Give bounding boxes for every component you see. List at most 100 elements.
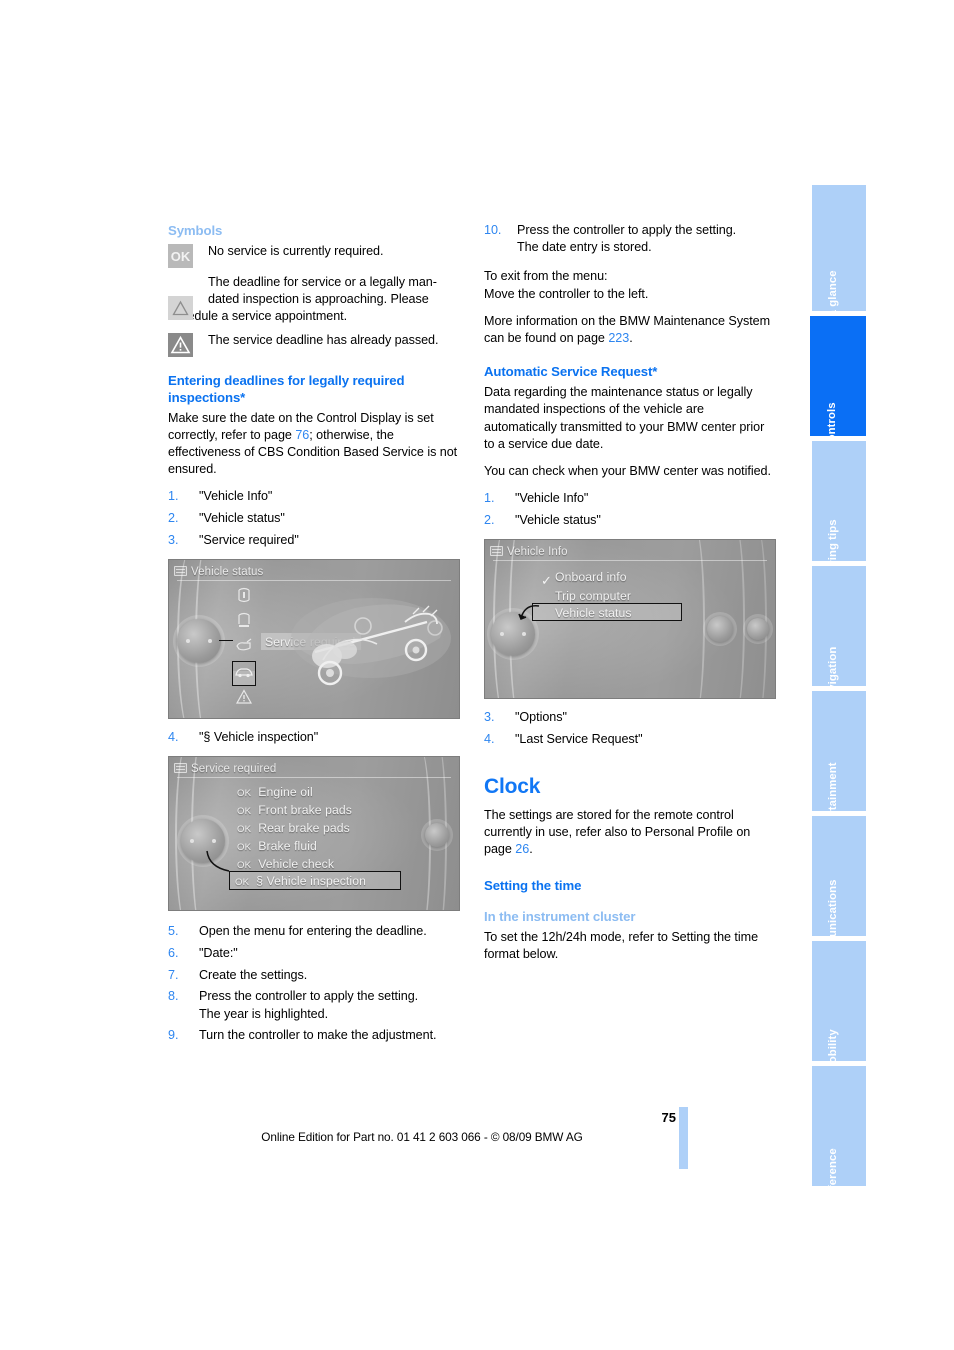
warning-triangle-icon: [233, 689, 255, 710]
selected-status-row[interactable]: OK § Vehicle inspection: [235, 873, 366, 891]
step-text: "Service required": [199, 532, 299, 547]
list-item: 10. Press the controller to apply the set…: [484, 222, 776, 256]
step-number: 4.: [484, 731, 495, 746]
step-text: Press the controller to apply the settin…: [517, 223, 737, 237]
page-ref-223[interactable]: 223: [608, 331, 629, 345]
ok-icon: OK: [168, 244, 193, 268]
list-item: 6. "Date:": [168, 945, 460, 962]
sidebar-item-at-a-glance[interactable]: At a glance: [812, 185, 866, 332]
knob-dot: [212, 839, 216, 844]
list-item: 2. "Vehicle status": [484, 512, 776, 529]
step-number: 6.: [168, 945, 179, 960]
ok-tag: OK: [237, 842, 252, 854]
ok-tag: OK: [237, 806, 252, 818]
sidebar-item-label: Reference: [827, 1148, 839, 1204]
step-text: "Vehicle status": [515, 512, 601, 527]
list-item: 1. "Vehicle Info": [168, 488, 460, 505]
manual-page: Symbols OK No service is currently requi…: [0, 0, 954, 1350]
list-item: 4. "§ Vehicle inspection": [168, 729, 460, 746]
left-column: Symbols OK No service is currently requi…: [168, 222, 460, 1054]
status-row[interactable]: OK Front brake pads: [237, 802, 352, 820]
status-row[interactable]: OK Brake fluid: [237, 838, 317, 856]
sidebar-item-entertainment[interactable]: Entertainment: [812, 691, 866, 840]
step-text: "§ Vehicle inspection": [199, 730, 319, 745]
status-row-label: Rear brake pads: [258, 821, 350, 836]
tire-pressure-rear-icon: [233, 613, 255, 634]
page-ref-76[interactable]: 76: [295, 428, 309, 442]
step-text: "Vehicle status": [199, 511, 285, 526]
leader-line: [219, 640, 233, 642]
asr-paragraph-1: Data regarding the maintenance status or…: [484, 385, 765, 451]
list-item: 8. Press the controller to apply the sett…: [168, 988, 460, 1022]
clock-text-b: .: [529, 842, 533, 857]
clock-paragraph: The settings are stored for the remote c…: [484, 807, 776, 859]
step-number: 5.: [168, 924, 179, 939]
more-info-b: .: [629, 331, 633, 346]
list-item: 3. "Service required": [168, 532, 460, 549]
symbols-heading: Symbols: [168, 223, 223, 238]
controller-knob: [177, 619, 221, 664]
selected-status-row-label: § Vehicle inspection: [256, 874, 366, 889]
symbol-row-ok: OK No service is currently required.: [168, 243, 460, 268]
list-item: 4. "Last Service Request": [484, 731, 776, 748]
car-service-icon[interactable]: [232, 667, 256, 686]
sidebar-item-driving-tips[interactable]: Driving tips: [812, 441, 866, 583]
step-number: 2.: [168, 511, 179, 526]
step-text: Turn the controller to make the adjustme…: [199, 1028, 437, 1043]
screenshot-service-required: Service required OK Engine oil OK Front …: [168, 756, 460, 912]
svg-text:OK: OK: [171, 249, 191, 264]
symbol-text-ok: No service is currently required.: [208, 244, 384, 258]
automatic-service-request-heading: Automatic Service Request*: [484, 364, 658, 380]
page-ref-26[interactable]: 26: [515, 842, 529, 856]
step-text: "Last Service Request": [515, 731, 643, 746]
step-10: 10. Press the controller to apply the set…: [484, 222, 776, 256]
exit-menu-paragraph: To exit from the menu: Move the controlle…: [484, 268, 776, 302]
sidebar-item-navigation[interactable]: Navigation: [812, 566, 866, 705]
menu-item-vehicle-status[interactable]: Vehicle status: [555, 605, 632, 622]
asr-paragraph-2: You can check when your BMW center was n…: [484, 464, 771, 479]
sidebar-item-controls[interactable]: Controls: [810, 316, 866, 450]
sidebar-item-mobility[interactable]: Mobility: [812, 941, 866, 1073]
ok-tag: OK: [237, 860, 252, 872]
step-number: 4.: [168, 730, 179, 745]
entering-deadlines-heading-line2: inspections*: [168, 389, 246, 405]
asr-steps-3-4: 3. "Options" 4. "Last Service Request": [484, 709, 776, 748]
step-text: "Vehicle Info": [515, 491, 589, 506]
step-number: 8.: [168, 989, 179, 1004]
steps-5-9: 5. Open the menu for entering the deadlin…: [168, 923, 460, 1044]
sidebar-item-reference[interactable]: Reference: [812, 1066, 866, 1204]
step-text: "Options": [515, 710, 567, 725]
knob-dot: [208, 639, 212, 644]
step-text: Open the menu for entering the deadline.: [199, 924, 427, 939]
status-row-label: Front brake pads: [258, 803, 352, 818]
list-item: 3. "Options": [484, 709, 776, 726]
side-knob: [707, 616, 733, 643]
status-row[interactable]: OK Rear brake pads: [237, 820, 350, 838]
divider: [177, 777, 451, 779]
asr-steps-1-2: 1. "Vehicle Info" 2. "Vehicle status": [484, 490, 776, 529]
exit-line-1: To exit from the menu:: [484, 269, 608, 284]
more-info-paragraph: More information on the BMW Maintenance …: [484, 313, 776, 347]
step-number: 2.: [484, 512, 495, 527]
instrument-cluster-heading: In the instrument cluster: [484, 908, 636, 924]
car-chassis-illustration: [285, 578, 453, 696]
menu-item-onboard-info[interactable]: Onboard info: [555, 569, 627, 586]
step-text: Press the controller to apply the settin…: [199, 989, 419, 1004]
ok-tag: OK: [237, 824, 252, 836]
screenshot-vehicle-status: Vehicle status Service: [168, 559, 460, 720]
step-number: 7.: [168, 967, 179, 982]
sidebar-item-communications[interactable]: Communications: [812, 816, 866, 973]
list-item: 7. Create the settings.: [168, 967, 460, 984]
symbol-row-overdue: The service deadline has already passed.: [168, 332, 460, 358]
symbols-list: OK No service is currently required. The…: [168, 243, 460, 358]
step-number: 9.: [168, 1028, 179, 1043]
knob-dot: [522, 632, 526, 637]
step-number: 3.: [484, 710, 495, 725]
status-row[interactable]: OK Engine oil: [237, 784, 313, 802]
symbol-text-warning-overflow: schedule a service appointment.: [168, 309, 348, 324]
step-text: "Date:": [199, 945, 238, 960]
step-number: 3.: [168, 532, 179, 547]
tire-pressure-front-icon: [233, 587, 255, 609]
check-icon: ✓: [541, 573, 552, 589]
symbol-row-warning: The deadline for service or a legally ma…: [168, 274, 460, 326]
